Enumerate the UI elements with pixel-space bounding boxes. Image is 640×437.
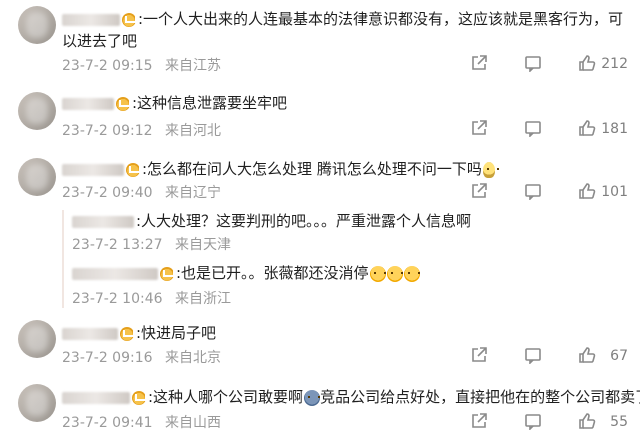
comment-4: :快进局子吧 23-7-2 09:16 来自北京 67 [0, 316, 640, 376]
comment-meta: 23-7-2 09:41 来自山西 [62, 412, 221, 432]
lightbulb-emoji-icon [482, 161, 499, 178]
crying-emoji-icon [304, 389, 321, 406]
username-blurred[interactable] [62, 391, 130, 404]
comment-text: :快进局子吧 [62, 322, 626, 344]
comment-date: 23-7-2 09:40 [62, 185, 153, 201]
comment-date: 23-7-2 09:15 [62, 58, 153, 74]
comment-actions: 67 [468, 346, 628, 366]
comment-1: :一个人大出来的人连最基本的法律意识都没有，这应该就是黑客行为，可以进去了吧 2… [0, 0, 640, 84]
username-blurred[interactable] [72, 215, 134, 228]
username-blurred[interactable] [62, 97, 114, 110]
comment-text: :一个人大出来的人连最基本的法律意识都没有，这应该就是黑客行为，可以进去了吧 [62, 10, 624, 50]
comment-location: 来自山西 [164, 415, 221, 431]
reply-location: 来自天津 [174, 237, 231, 253]
thumbs-up-icon[interactable] [578, 182, 596, 200]
comment-location: 来自辽宁 [164, 185, 221, 201]
username-blurred[interactable] [62, 327, 118, 340]
comment-2: :这种信息泄露要坐牢吧 23-7-2 09:12 来自河北 181 [0, 84, 640, 152]
comment-actions: 55 [468, 412, 628, 432]
comment-meta: 23-7-2 09:16 来自北京 [62, 347, 221, 367]
crown-badge-icon [132, 390, 147, 405]
comment-location: 来自北京 [164, 350, 221, 366]
reply-date: 23-7-2 13:27 [72, 237, 163, 253]
avatar[interactable] [18, 320, 56, 358]
share-icon[interactable] [470, 119, 488, 137]
comment-date: 23-7-2 09:16 [62, 350, 153, 366]
emoji-icon [386, 265, 403, 282]
comment-date: 23-7-2 09:41 [62, 415, 153, 431]
crown-badge-icon [126, 162, 141, 177]
share-icon[interactable] [470, 412, 488, 430]
crown-badge-icon [116, 96, 131, 111]
avatar[interactable] [18, 92, 56, 130]
thumbs-up-icon[interactable] [578, 54, 596, 72]
comment-icon[interactable] [524, 54, 542, 72]
share-icon[interactable] [470, 54, 488, 72]
comment-location: 来自江苏 [164, 58, 221, 74]
comment-location: 来自河北 [164, 123, 221, 139]
comment-actions: 212 [468, 54, 628, 74]
comment-actions: 101 [468, 182, 628, 202]
emoji-icon [403, 265, 420, 282]
comment-meta: 23-7-2 09:40 来自辽宁 [62, 182, 221, 202]
reply-meta: 23-7-2 13:27 来自天津 [72, 234, 231, 254]
comment-text: :这种人哪个公司敢要啊 竞品公司给点好处，直接把他在的整个公司都卖了 [62, 386, 640, 408]
avatar[interactable] [18, 6, 56, 44]
reply-meta: 23-7-2 10:46 来自浙江 [72, 288, 231, 308]
comment-icon[interactable] [524, 346, 542, 364]
emoji-icon [369, 265, 386, 282]
username-blurred[interactable] [62, 163, 124, 176]
comment-3: :怎么都在问人大怎么处理 腾讯怎么处理不问一下吗 23-7-2 09:40 来自… [0, 152, 640, 312]
reply-text: :人大处理？这要判刑的吧。。。严重泄露个人信息啊 [72, 210, 632, 232]
share-icon[interactable] [470, 182, 488, 200]
comment-text: :这种信息泄露要坐牢吧 [62, 92, 626, 114]
username-blurred[interactable] [72, 267, 158, 280]
comment-meta: 23-7-2 09:12 来自河北 [62, 120, 221, 140]
crown-badge-icon [120, 326, 135, 341]
thumbs-up-icon[interactable] [578, 119, 596, 137]
reply-text: :也是已开。。张薇都还没消停 [72, 262, 632, 284]
avatar[interactable] [18, 158, 56, 196]
like-count: 101 [601, 184, 628, 200]
comment-meta: 23-7-2 09:15 来自江苏 [62, 55, 221, 75]
comment-5: :这种人哪个公司敢要啊 竞品公司给点好处，直接把他在的整个公司都卖了 23-7-2… [0, 378, 640, 437]
reply-location: 来自浙江 [174, 291, 231, 307]
reply-date: 23-7-2 10:46 [72, 291, 163, 307]
comment-icon[interactable] [524, 182, 542, 200]
avatar[interactable] [18, 384, 56, 422]
crown-badge-icon [160, 266, 175, 281]
comment-date: 23-7-2 09:12 [62, 123, 153, 139]
thumbs-up-icon[interactable] [578, 412, 596, 430]
thumbs-up-icon[interactable] [578, 346, 596, 364]
like-count: 181 [601, 121, 628, 137]
comment-text: :怎么都在问人大怎么处理 腾讯怎么处理不问一下吗 [62, 158, 626, 180]
comment-icon[interactable] [524, 412, 542, 430]
share-icon[interactable] [470, 346, 488, 364]
crown-badge-icon [122, 12, 137, 27]
like-count: 55 [610, 414, 628, 430]
reply-thread: :人大处理？这要判刑的吧。。。严重泄露个人信息啊 23-7-2 13:27 来自… [62, 210, 622, 308]
like-count: 212 [601, 56, 628, 72]
like-count: 67 [610, 348, 628, 364]
comment-actions: 181 [468, 119, 628, 139]
comment-icon[interactable] [524, 119, 542, 137]
username-blurred[interactable] [62, 13, 120, 26]
